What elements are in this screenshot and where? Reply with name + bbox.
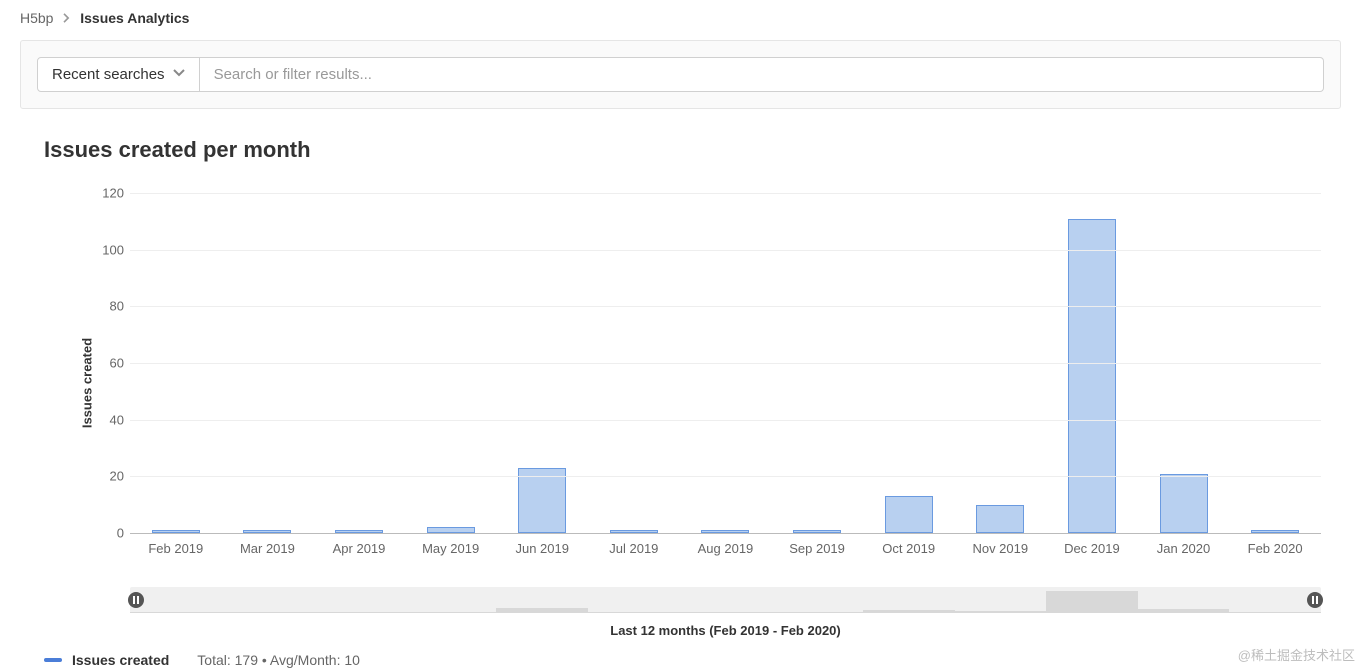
x-tick-label: Sep 2019: [789, 541, 845, 556]
x-tick-label: Jun 2019: [515, 541, 569, 556]
bar[interactable]: [885, 496, 933, 533]
legend-swatch-icon: [44, 658, 62, 662]
chart-title: Issues created per month: [44, 137, 1321, 163]
gridline: [130, 420, 1321, 421]
x-tick-label: Jul 2019: [609, 541, 658, 556]
range-spark: [588, 612, 680, 613]
y-tick-label: 120: [90, 186, 124, 201]
range-slider[interactable]: [130, 587, 1321, 613]
range-spark: [222, 612, 314, 613]
recent-searches-button[interactable]: Recent searches: [37, 57, 200, 92]
y-tick-label: 100: [90, 242, 124, 257]
range-spark: [1138, 609, 1230, 613]
range-handle-right[interactable]: [1307, 592, 1323, 608]
chart-plot: Feb 2019Mar 2019Apr 2019May 2019Jun 2019…: [130, 193, 1321, 533]
range-spark: [496, 608, 588, 613]
range-spark: [313, 612, 405, 613]
x-tick-label: Dec 2019: [1064, 541, 1120, 556]
watermark: @稀土掘金技术社区: [1238, 645, 1355, 664]
bar[interactable]: [1068, 219, 1116, 534]
chart-section: Issues created per month Issues created …: [0, 109, 1361, 668]
search-input[interactable]: [200, 57, 1324, 92]
x-tick-label: Feb 2020: [1248, 541, 1303, 556]
gridline: [130, 250, 1321, 251]
chevron-right-icon: [63, 10, 70, 26]
bar[interactable]: [976, 505, 1024, 533]
x-tick-label: Feb 2019: [148, 541, 203, 556]
range-spark: [405, 612, 497, 613]
y-tick-label: 60: [90, 356, 124, 371]
x-tick-label: Jan 2020: [1157, 541, 1211, 556]
x-tick-label: Apr 2019: [333, 541, 386, 556]
x-tick-label: Oct 2019: [882, 541, 935, 556]
recent-searches-label: Recent searches: [52, 66, 165, 83]
range-spark: [1229, 612, 1321, 613]
breadcrumb: H5bp Issues Analytics: [0, 0, 1361, 40]
range-spark: [1046, 591, 1138, 613]
y-tick-label: 40: [90, 412, 124, 427]
legend-series-name: Issues created: [72, 652, 169, 668]
y-tick-label: 80: [90, 299, 124, 314]
x-tick-label: Aug 2019: [698, 541, 754, 556]
gridline: [130, 363, 1321, 364]
y-tick-label: 0: [90, 526, 124, 541]
range-spark: [955, 611, 1047, 613]
legend-stats: Total: 179 • Avg/Month: 10: [197, 652, 360, 668]
y-tick-label: 20: [90, 469, 124, 484]
x-axis-label: Last 12 months (Feb 2019 - Feb 2020): [130, 623, 1321, 638]
bar[interactable]: [1160, 474, 1208, 534]
range-spark: [680, 612, 772, 613]
breadcrumb-parent[interactable]: H5bp: [20, 10, 53, 26]
x-tick-label: May 2019: [422, 541, 479, 556]
legend-item[interactable]: Issues created: [44, 652, 169, 668]
range-spark: [863, 610, 955, 613]
range-spark: [130, 612, 222, 613]
range-handle-left[interactable]: [128, 592, 144, 608]
x-tick-label: Nov 2019: [972, 541, 1028, 556]
breadcrumb-current: Issues Analytics: [80, 10, 189, 26]
gridline: [130, 193, 1321, 194]
gridline: [130, 476, 1321, 477]
gridline: [130, 306, 1321, 307]
range-spark: [771, 612, 863, 613]
legend: Issues created Total: 179 • Avg/Month: 1…: [44, 652, 1321, 668]
search-bar: Recent searches: [20, 40, 1341, 109]
x-tick-label: Mar 2019: [240, 541, 295, 556]
bar[interactable]: [518, 468, 566, 533]
gridline: [130, 533, 1321, 534]
chevron-down-icon: [173, 66, 185, 83]
chart-area: Issues created Feb 2019Mar 2019Apr 2019M…: [70, 193, 1321, 573]
